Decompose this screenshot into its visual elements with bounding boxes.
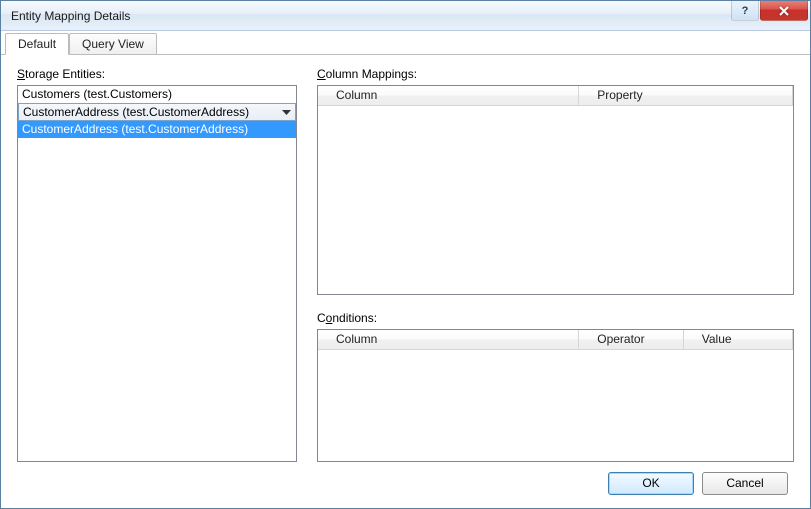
tab-default-label: Default (18, 37, 56, 51)
cancel-button-label: Cancel (726, 476, 763, 490)
cancel-button[interactable]: Cancel (702, 472, 788, 495)
column-header-operator[interactable]: Operator (579, 330, 684, 349)
conditions-body (318, 350, 793, 461)
tab-query-view-label: Query View (82, 37, 144, 51)
columns-layout: Storage Entities: Customers (test.Custom… (17, 67, 794, 462)
column-mappings-body (318, 106, 793, 294)
conditions-grid[interactable]: Column Operator Value (317, 329, 794, 462)
right-column: Column Mappings: Column Property (317, 67, 794, 462)
client-area: Storage Entities: Customers (test.Custom… (1, 55, 810, 508)
close-icon (778, 6, 790, 16)
help-icon: ? (742, 5, 749, 17)
list-item-selected[interactable]: CustomerAddress (test.CustomerAddress) (18, 121, 296, 138)
column-header-value[interactable]: Value (684, 330, 793, 349)
dialog-window: Entity Mapping Details ? Default Query V… (0, 0, 811, 509)
column-mappings-label: Column Mappings: (317, 67, 794, 81)
help-button[interactable]: ? (731, 1, 759, 21)
window-controls: ? (730, 1, 808, 21)
list-item-label: CustomerAddress (test.CustomerAddress) (22, 122, 248, 136)
column-mappings-grid[interactable]: Column Property (317, 85, 794, 295)
column-header-property[interactable]: Property (579, 86, 793, 105)
tab-query-view[interactable]: Query View (69, 33, 157, 54)
chevron-down-icon[interactable] (279, 104, 293, 121)
storage-entities-list[interactable]: Customers (test.Customers) CustomerAddre… (17, 85, 297, 462)
list-item-label: Customers (test.Customers) (22, 87, 172, 101)
storage-entities-section: Storage Entities: Customers (test.Custom… (17, 67, 297, 462)
close-button[interactable] (760, 1, 808, 21)
titlebar: Entity Mapping Details ? (1, 1, 810, 31)
ok-button-label: OK (642, 476, 659, 490)
conditions-label: Conditions: (317, 311, 794, 325)
list-item[interactable]: Customers (test.Customers) (18, 86, 296, 103)
column-header-column[interactable]: Column (318, 86, 579, 105)
column-mappings-header: Column Property (318, 86, 793, 106)
list-item-label: CustomerAddress (test.CustomerAddress) (23, 104, 249, 121)
window-title: Entity Mapping Details (11, 9, 130, 23)
tab-default[interactable]: Default (5, 33, 69, 55)
conditions-header: Column Operator Value (318, 330, 793, 350)
list-item-combo[interactable]: CustomerAddress (test.CustomerAddress) (18, 103, 296, 121)
storage-entities-label: Storage Entities: (17, 67, 297, 81)
ok-button[interactable]: OK (608, 472, 694, 495)
tabstrip: Default Query View (1, 31, 810, 55)
column-header-column[interactable]: Column (318, 330, 579, 349)
dialog-footer: OK Cancel (17, 462, 794, 498)
